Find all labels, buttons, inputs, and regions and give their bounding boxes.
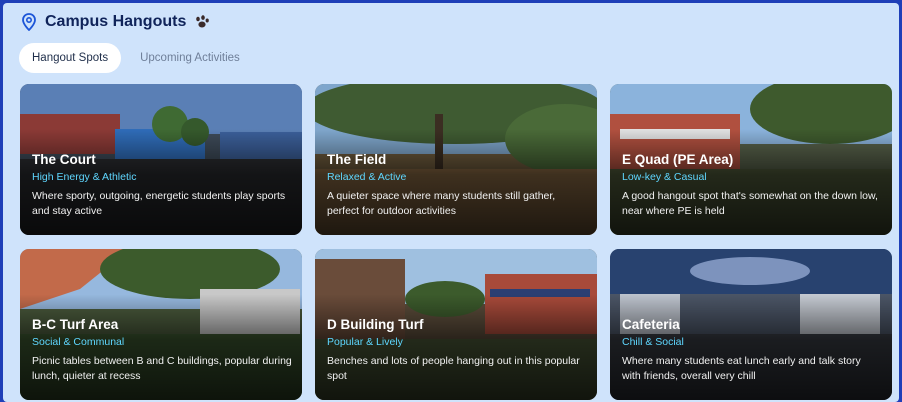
spot-name: The Court [32,152,96,167]
spot-vibe: Low-key & Casual [622,171,707,183]
spot-name: The Field [327,152,387,167]
spot-name: B-C Turf Area [32,317,119,332]
spot-description: Where sporty, outgoing, energetic studen… [32,190,286,217]
spot-description: Where many students eat lunch early and … [622,355,861,382]
spot-vibe: Social & Communal [32,336,125,348]
card-info: The Court High Energy & Athletic Where s… [32,152,292,219]
spot-name: Cafeteria [622,317,680,332]
page-title: Campus Hangouts [45,13,187,30]
spot-vibe: High Energy & Athletic [32,171,137,183]
tab-hangout-spots[interactable]: Hangout Spots [19,43,122,73]
spot-card[interactable]: B-C Turf Area Social & Communal Picnic t… [20,249,302,400]
app-panel: Campus Hangouts Hangout Spots Upcoming A… [3,3,899,402]
spot-name: D Building Turf [327,317,424,332]
spot-card[interactable]: D Building Turf Popular & Lively Benches… [315,249,597,400]
spot-card[interactable]: E Quad (PE Area) Low-key & Casual A good… [610,84,892,235]
paw-icon [196,15,210,28]
spot-description: Picnic tables between B and C buildings,… [32,355,292,382]
card-info: Cafeteria Chill & Social Where many stud… [622,317,882,384]
spot-description: A good hangout spot that's somewhat on t… [622,190,878,217]
tab-bar: Hangout Spots Upcoming Activities [19,43,253,73]
tab-upcoming-activities[interactable]: Upcoming Activities [127,43,253,73]
card-info: B-C Turf Area Social & Communal Picnic t… [32,317,292,384]
spot-vibe: Chill & Social [622,336,684,348]
spot-description: A quieter space where many students stil… [327,190,556,217]
spot-name: E Quad (PE Area) [622,152,734,167]
header: Campus Hangouts [21,11,210,33]
card-info: E Quad (PE Area) Low-key & Casual A good… [622,152,882,219]
map-pin-icon [22,13,36,31]
spot-vibe: Relaxed & Active [327,171,407,183]
card-info: The Field Relaxed & Active A quieter spa… [327,152,587,219]
spot-card[interactable]: The Field Relaxed & Active A quieter spa… [315,84,597,235]
spot-description: Benches and lots of people hanging out i… [327,355,580,382]
spot-card[interactable]: The Court High Energy & Athletic Where s… [20,84,302,235]
spot-vibe: Popular & Lively [327,336,403,348]
spot-card[interactable]: Cafeteria Chill & Social Where many stud… [610,249,892,400]
card-info: D Building Turf Popular & Lively Benches… [327,317,587,384]
